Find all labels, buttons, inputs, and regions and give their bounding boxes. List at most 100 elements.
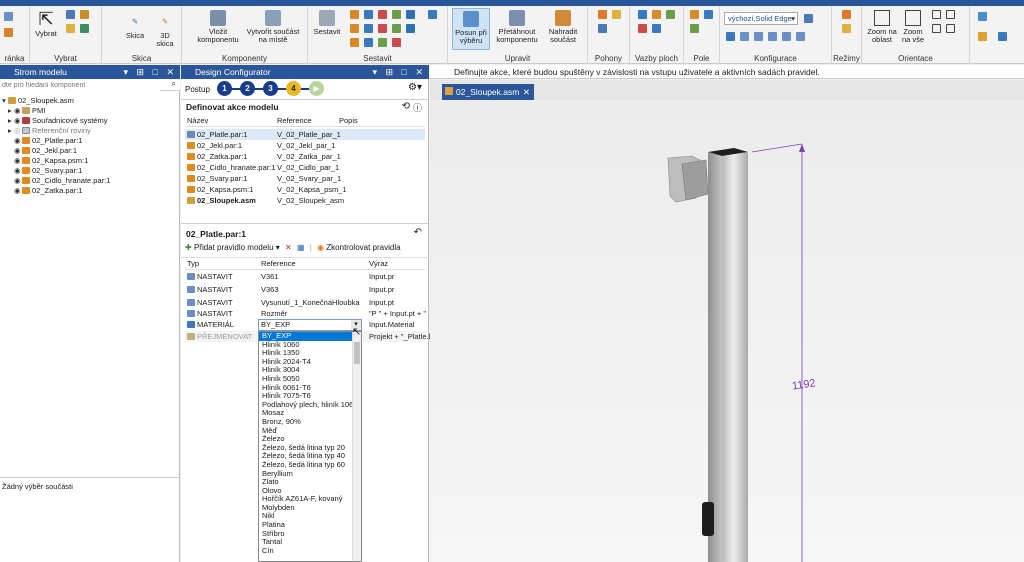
- tree-search-box[interactable]: ⌕: [0, 79, 180, 91]
- table-row[interactable]: 02_Kapsa.psm:1 V_02_Kapsa_psm_1: [185, 184, 425, 195]
- dropdown-option[interactable]: Železo, šedá litina typ 40: [259, 452, 353, 461]
- tangent-icon[interactable]: [378, 24, 387, 33]
- dropdown-option[interactable]: Hliník 6061-T6: [259, 384, 353, 393]
- close-icon[interactable]: ✕: [523, 84, 530, 100]
- tree-item[interactable]: ▸ ◎ Referenční roviny: [8, 126, 91, 136]
- select-tool-icon[interactable]: [80, 10, 89, 19]
- angle-icon[interactable]: [406, 10, 415, 19]
- dropdown-scrollbar[interactable]: [352, 332, 361, 561]
- zone-icon[interactable]: [782, 32, 791, 41]
- 3d-sketch-button[interactable]: ✎ 3D skica: [152, 18, 178, 48]
- replace-part-button[interactable]: Nahradit součást: [542, 10, 584, 44]
- create-part-in-place-button[interactable]: Vytvořit součást na místě: [244, 10, 302, 44]
- dropdown-option[interactable]: Platina: [259, 521, 353, 530]
- search-icon[interactable]: ⌕: [172, 79, 176, 89]
- tree-item[interactable]: ▸ ◉ PMI: [8, 106, 45, 116]
- table-row[interactable]: 02_Jekl.par:1 V_02_Jekl_par_1: [185, 140, 425, 151]
- check-rules-button[interactable]: ◉ Zkontrolovat pravidla: [317, 243, 400, 252]
- dropdown-option[interactable]: Cín: [259, 547, 353, 556]
- cam-icon[interactable]: [392, 24, 401, 33]
- visibility-icon[interactable]: ◉: [14, 156, 22, 166]
- dropdown-option[interactable]: Beryllium: [259, 470, 353, 479]
- rigid-icon[interactable]: [378, 38, 387, 47]
- run-step-icon[interactable]: ▶: [309, 81, 324, 96]
- add-rule-button[interactable]: ✚ Přidat pravidlo modelu ▾: [185, 243, 280, 252]
- display-icon[interactable]: [768, 32, 777, 41]
- concentric-icon[interactable]: [666, 10, 675, 19]
- rule-row[interactable]: NASTAVIT Rozměr "P " + Input.pt + ": [185, 308, 426, 319]
- table-icon[interactable]: ▦: [297, 243, 305, 252]
- dropdown-option[interactable]: Olovo: [259, 487, 353, 496]
- planar-icon[interactable]: [364, 24, 373, 33]
- parallel-icon[interactable]: [364, 38, 373, 47]
- table-row[interactable]: 02_Platle.par:1 V_02_Platle_par_1: [185, 129, 425, 140]
- gear-relation-icon[interactable]: [406, 24, 415, 33]
- simplify-icon[interactable]: [842, 24, 851, 33]
- col-expression[interactable]: Výraz: [369, 259, 388, 268]
- visibility-icon[interactable]: ◉: [14, 176, 22, 186]
- tree-item[interactable]: ◉ 02_Cidlo_hranate.par:1: [14, 176, 110, 186]
- tree-item-root[interactable]: ▾ 02_Sloupek.asm: [2, 96, 74, 106]
- motor-icon[interactable]: [598, 10, 607, 19]
- dropdown-option[interactable]: Podlahový plech, hliník 1060: [259, 401, 353, 410]
- simulate-icon[interactable]: [612, 10, 621, 19]
- col-type[interactable]: Typ: [187, 259, 199, 268]
- dropdown-option[interactable]: Železo, šedá litina typ 60: [259, 461, 353, 470]
- col-popis[interactable]: Popis: [339, 116, 358, 125]
- table-row[interactable]: 02_Cidlo_hranate.par:1 V_02_Cidlo_par_1: [185, 162, 425, 173]
- select-button[interactable]: ⇱ Vybrat: [34, 8, 58, 38]
- step-2[interactable]: 2: [240, 81, 255, 96]
- symmetric-icon[interactable]: [638, 24, 647, 33]
- sketch-button[interactable]: ✎ Skica: [122, 18, 148, 40]
- dropdown-option[interactable]: Molybden: [259, 504, 353, 513]
- visibility-icon[interactable]: ◉: [14, 186, 22, 196]
- document-tab[interactable]: 02_Sloupek.asm ✕: [442, 84, 534, 100]
- dropdown-option[interactable]: Zlato: [259, 478, 353, 487]
- dropdown-option[interactable]: Hliník 2024-T4: [259, 358, 353, 367]
- panel-divider[interactable]: [0, 477, 180, 478]
- settings-gear-icon[interactable]: ⚙▾: [408, 82, 422, 93]
- view-orient-icon[interactable]: [946, 24, 955, 33]
- axial-icon[interactable]: [350, 24, 359, 33]
- dropdown-option[interactable]: Bronz, 90%: [259, 418, 353, 427]
- col-reference[interactable]: Reference: [261, 259, 296, 268]
- view-icon[interactable]: [796, 32, 805, 41]
- show-only-icon[interactable]: [754, 32, 763, 41]
- rule-row[interactable]: NASTAVIT V363 Input.pr: [185, 284, 425, 295]
- visibility-icon[interactable]: ◉: [14, 166, 22, 176]
- drag-component-button[interactable]: Přetáhnout komponentu: [494, 10, 540, 44]
- table-row[interactable]: 02_Zatka.par:1 V_02_Zatka_par_1: [185, 151, 425, 162]
- 3d-viewport[interactable]: 1192: [430, 100, 1024, 562]
- visibility-icon[interactable]: ◉: [14, 106, 22, 116]
- pan-icon[interactable]: [946, 10, 955, 19]
- dropdown-option[interactable]: Tantal: [259, 538, 353, 547]
- zoom-area-button[interactable]: Zoom na oblast: [866, 10, 898, 44]
- dropdown-option[interactable]: Hliník 1350: [259, 349, 353, 358]
- hide-icon[interactable]: [740, 32, 749, 41]
- perpendicular-icon[interactable]: [652, 24, 661, 33]
- path-icon[interactable]: [350, 38, 359, 47]
- material-select[interactable]: BY_EXP ▾: [258, 319, 362, 331]
- show-icon[interactable]: [726, 32, 735, 41]
- material-dropdown-list[interactable]: BY_EXP Hliník 1060 Hliník 1350 Hliník 2024-…: [258, 331, 362, 562]
- tree-item[interactable]: ◉ 02_Jekl.par:1: [14, 146, 77, 156]
- tree-item[interactable]: ◉ 02_Svary.par:1: [14, 166, 82, 176]
- dropdown-option[interactable]: Hliník 7075-T6: [259, 392, 353, 401]
- rule-row[interactable]: NASTAVITV361Input.pr: [185, 271, 425, 282]
- insert-icon[interactable]: [378, 10, 387, 19]
- undo-icon[interactable]: ↶: [414, 227, 422, 238]
- face-relate-icon[interactable]: [638, 10, 647, 19]
- col-reference[interactable]: Reference: [277, 116, 312, 125]
- visibility-off-icon[interactable]: ◎: [14, 126, 22, 136]
- dropdown-option[interactable]: BY_EXP: [259, 332, 353, 341]
- dropdown-option[interactable]: Hliník 1060: [259, 341, 353, 350]
- tree-item[interactable]: ◉ 02_Kapsa.psm:1: [14, 156, 88, 166]
- refresh-icon[interactable]: ⟲: [402, 101, 410, 112]
- visibility-icon[interactable]: ◉: [14, 146, 22, 156]
- select-mode-icon[interactable]: [66, 24, 75, 33]
- insert-component-button[interactable]: Vložit komponentu: [196, 10, 240, 44]
- visibility-icon[interactable]: ◉: [14, 116, 22, 126]
- pattern-icon[interactable]: [690, 10, 699, 19]
- mirror-icon[interactable]: [704, 10, 713, 19]
- panel-controls[interactable]: ▾ ⊞ □ ✕: [372, 65, 426, 79]
